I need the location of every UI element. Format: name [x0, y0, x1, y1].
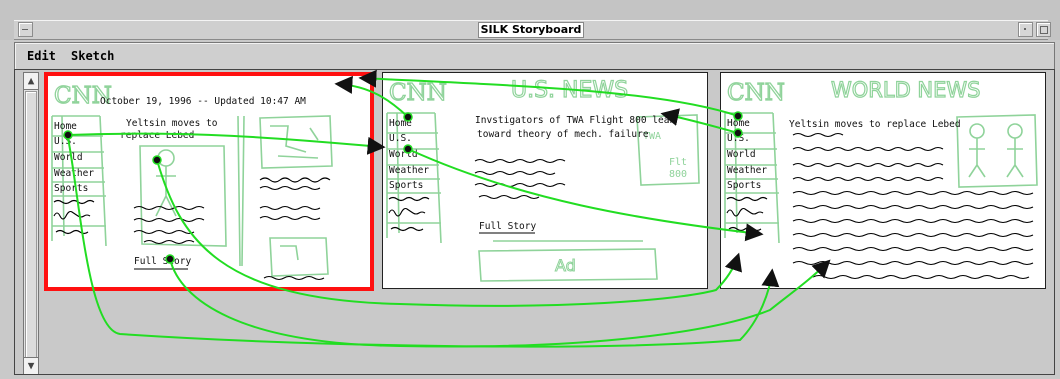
dash-icon — [22, 29, 28, 30]
scroll-down-icon[interactable]: ▼ — [24, 357, 38, 374]
home-nav-us[interactable]: U.S. — [54, 136, 77, 147]
home-full-story-link[interactable]: Full Story — [134, 256, 191, 267]
maximize-button[interactable] — [1036, 22, 1051, 37]
us-news-nav-home[interactable]: Home — [389, 118, 412, 129]
us-news-headline-line-2: toward theory of mech. failure — [477, 129, 649, 140]
home-nav-sports[interactable]: Sports — [54, 183, 88, 194]
us-news-nav-weather[interactable]: Weather — [389, 165, 429, 176]
scroll-thumb[interactable] — [25, 91, 37, 361]
us-news-photo-label-2: Flt — [669, 157, 687, 168]
home-headline-line-2: replace Lebed — [120, 130, 195, 141]
menu-edit[interactable]: Edit — [27, 49, 56, 63]
us-news-sketch: CNN U.S. NEWS TWA Flt 800 Ad — [386, 77, 700, 282]
us-news-nav-world[interactable]: World — [389, 149, 418, 160]
window-title: SILK Storyboard — [478, 22, 584, 38]
home-headline-line-1: Yeltsin moves to — [126, 118, 218, 129]
frame-us-news[interactable]: CNN U.S. NEWS TWA Flt 800 Ad Invstigator… — [382, 72, 708, 289]
world-news-sketch: CNN WORLD NEWS — [724, 77, 1038, 280]
home-nav-world[interactable]: World — [54, 152, 83, 163]
minimize-icon — [1024, 28, 1026, 30]
home-sketch: CNN — [51, 82, 333, 281]
us-news-logo: CNN — [389, 80, 447, 106]
minimize-button[interactable] — [1018, 22, 1033, 37]
world-news-logo: CNN — [727, 80, 785, 106]
frame-world-news[interactable]: CNN WORLD NEWS Yeltsin moves to replace … — [720, 72, 1046, 289]
world-news-headline: Yeltsin moves to replace Lebed — [789, 119, 961, 130]
world-news-nav-weather[interactable]: Weather — [727, 165, 767, 176]
us-news-ad: Ad — [555, 256, 576, 275]
menu-bar: Edit Sketch — [14, 42, 1055, 70]
home-nav-home[interactable]: Home — [54, 121, 77, 132]
scroll-up-icon[interactable]: ▲ — [24, 73, 38, 90]
world-news-nav-sports[interactable]: Sports — [727, 180, 761, 191]
us-news-nav-sports[interactable]: Sports — [389, 180, 423, 191]
maximize-icon — [1040, 26, 1048, 34]
world-news-section-title: WORLD NEWS — [831, 78, 981, 102]
us-news-headline-line-1: Invstigators of TWA Flight 800 lean — [475, 115, 676, 126]
us-news-section-title: U.S. NEWS — [511, 78, 628, 103]
us-news-nav-us[interactable]: U.S. — [389, 133, 412, 144]
menu-sketch[interactable]: Sketch — [71, 49, 114, 63]
window-menu-button[interactable] — [18, 22, 33, 37]
vertical-scrollbar[interactable]: ▲ ▼ — [23, 72, 39, 374]
world-news-nav-us[interactable]: U.S. — [727, 133, 750, 144]
frame-home[interactable]: CNN October 19, 1996 -- Updated 10:47 AM… — [44, 72, 374, 291]
world-news-nav-home[interactable]: Home — [727, 118, 750, 129]
us-news-full-story-link[interactable]: Full Story — [479, 221, 536, 232]
home-date: October 19, 1996 -- Updated 10:47 AM — [100, 96, 306, 107]
world-news-nav-world[interactable]: World — [727, 149, 756, 160]
us-news-photo-label-3: 800 — [669, 169, 687, 180]
home-nav-weather[interactable]: Weather — [54, 168, 94, 179]
